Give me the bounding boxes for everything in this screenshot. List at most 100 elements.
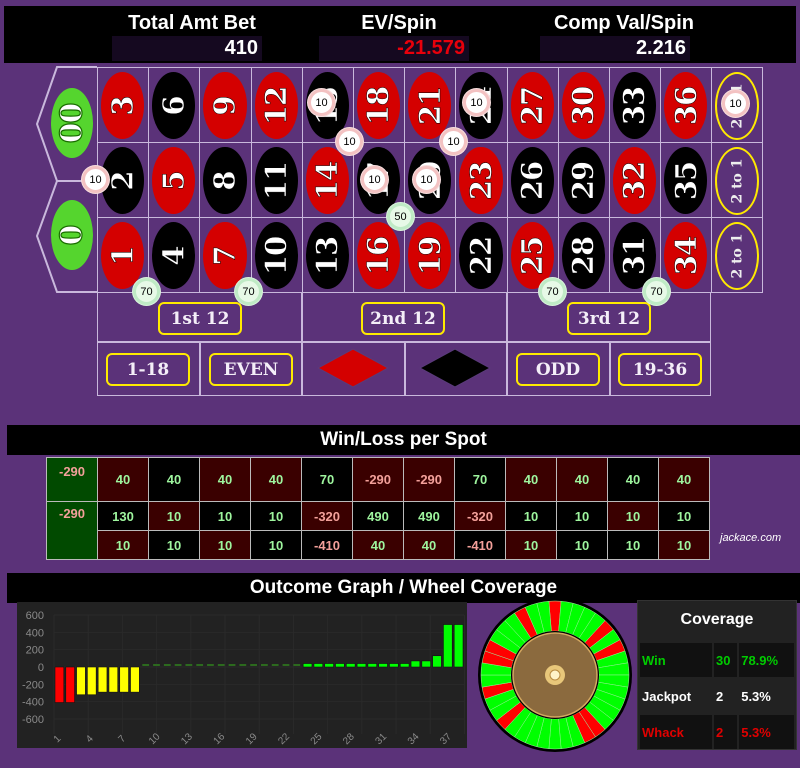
dozen-3-button[interactable]: 3rd 12 — [567, 302, 651, 335]
black-bet-diamond[interactable] — [418, 347, 492, 389]
column-bet-button[interactable]: 2 to 1 — [715, 147, 760, 215]
bet-cell-3[interactable]: 3 — [97, 67, 150, 143]
number-5[interactable]: 5 — [152, 147, 196, 214]
bet-spot-00[interactable]: 00 — [51, 88, 93, 158]
bet-chip[interactable]: 10 — [463, 89, 490, 116]
number-14[interactable]: 14 — [305, 147, 349, 214]
number-label: 36 — [668, 86, 704, 125]
even-button[interactable]: EVEN — [209, 353, 293, 386]
bet-cell-13[interactable]: 13 — [301, 217, 354, 293]
number-6[interactable]: 6 — [152, 72, 196, 139]
bet-cell-32[interactable]: 32 — [609, 142, 662, 218]
bet-cell-5[interactable]: 5 — [148, 142, 201, 218]
number-27[interactable]: 27 — [510, 72, 554, 139]
bet-spot-0[interactable]: 0 — [51, 200, 93, 270]
column-bet-button[interactable]: 2 to 1 — [715, 222, 760, 290]
number-9[interactable]: 9 — [203, 72, 247, 139]
x-tick-label: 31 — [373, 731, 389, 747]
bet-chip[interactable]: 10 — [440, 128, 467, 155]
bet-cell-23[interactable]: 23 — [455, 142, 508, 218]
number-label: 30 — [566, 86, 601, 125]
bet-cell-33[interactable]: 33 — [609, 67, 662, 143]
number-29[interactable]: 29 — [561, 147, 605, 214]
winloss-cell-35: 10 — [658, 501, 710, 531]
number-35[interactable]: 35 — [664, 147, 708, 214]
number-30[interactable]: 30 — [561, 72, 605, 139]
x-tick-label: 10 — [147, 731, 163, 747]
bet-chip[interactable]: 10 — [82, 166, 109, 193]
bet-chip[interactable]: 50 — [387, 203, 414, 230]
number-33[interactable]: 33 — [613, 72, 657, 139]
bet-chip[interactable]: 10 — [722, 90, 749, 117]
number-4[interactable]: 4 — [152, 222, 196, 289]
winloss-cell-10: 10 — [250, 530, 302, 560]
bet-cell-22[interactable]: 22 — [455, 217, 508, 293]
bet-cell-9[interactable]: 9 — [199, 67, 252, 143]
bar — [335, 663, 345, 668]
bet-cell-28[interactable]: 28 — [557, 217, 610, 293]
bet-cell-18[interactable]: 18 — [353, 67, 406, 143]
number-7[interactable]: 7 — [203, 222, 247, 289]
bet-cell-26[interactable]: 26 — [506, 142, 559, 218]
bet-cell-11[interactable]: 11 — [250, 142, 303, 218]
number-23[interactable]: 23 — [459, 147, 503, 214]
winloss-cell-9: 40 — [199, 457, 251, 502]
bet-chip[interactable]: 70 — [643, 278, 670, 305]
bet-cell-29[interactable]: 29 — [557, 142, 610, 218]
brand-link[interactable]: jackace.com — [720, 532, 781, 544]
winloss-cell-27: 40 — [505, 457, 557, 502]
number-11[interactable]: 11 — [254, 147, 298, 214]
bet-cell-30[interactable]: 30 — [557, 67, 610, 143]
number-label: 13 — [310, 236, 345, 275]
column-cell-1[interactable]: 2 to 1 — [711, 217, 764, 293]
bet-chip[interactable]: 70 — [539, 278, 566, 305]
number-12[interactable]: 12 — [254, 72, 298, 139]
dozen-1-button[interactable]: 1st 12 — [158, 302, 242, 335]
number-19[interactable]: 19 — [408, 222, 452, 289]
number-36[interactable]: 36 — [664, 72, 708, 139]
column-cell-2[interactable]: 2 to 1 — [711, 142, 764, 218]
bet-cell-34[interactable]: 34 — [660, 217, 713, 293]
bet-cell-27[interactable]: 27 — [506, 67, 559, 143]
bet-cell-19[interactable]: 19 — [404, 217, 457, 293]
low-1-18-button[interactable]: 1-18 — [106, 353, 190, 386]
number-13[interactable]: 13 — [305, 222, 349, 289]
bet-cell-12[interactable]: 12 — [250, 67, 303, 143]
number-label: 33 — [617, 86, 652, 125]
bet-cell-36[interactable]: 36 — [660, 67, 713, 143]
bet-chip[interactable]: 70 — [133, 278, 160, 305]
number-22[interactable]: 22 — [459, 222, 503, 289]
number-26[interactable]: 26 — [510, 147, 554, 214]
dozen-2-button[interactable]: 2nd 12 — [361, 302, 445, 335]
high-19-36-button[interactable]: 19-36 — [618, 353, 702, 386]
bet-cell-6[interactable]: 6 — [148, 67, 201, 143]
ev-value: -21.579 — [319, 36, 469, 61]
number-8[interactable]: 8 — [203, 147, 247, 214]
number-21[interactable]: 21 — [408, 72, 452, 139]
winloss-zero-cell: -290 — [46, 501, 98, 560]
winloss-cell-30: 40 — [556, 457, 608, 502]
number-3[interactable]: 3 — [101, 72, 145, 139]
number-10[interactable]: 10 — [254, 222, 298, 289]
number-1[interactable]: 1 — [101, 222, 145, 289]
number-32[interactable]: 32 — [613, 147, 657, 214]
bet-chip[interactable]: 10 — [336, 128, 363, 155]
red-bet-diamond[interactable] — [316, 347, 390, 389]
comp-stat: Comp Val/Spin 2.216 — [524, 6, 724, 61]
bet-chip[interactable]: 70 — [235, 278, 262, 305]
bet-cell-8[interactable]: 8 — [199, 142, 252, 218]
number-18[interactable]: 18 — [357, 72, 401, 139]
number-label: 5 — [156, 170, 192, 191]
coverage-panel: Coverage Win 30 78.9% Jackpot 2 5.3% Whack 2 5.3… — [637, 600, 797, 750]
bet-chip[interactable]: 10 — [413, 166, 440, 193]
bet-cell-35[interactable]: 35 — [660, 142, 713, 218]
number-28[interactable]: 28 — [561, 222, 605, 289]
bet-chip[interactable]: 10 — [361, 166, 388, 193]
number-label: 32 — [617, 161, 652, 200]
odd-button[interactable]: ODD — [516, 353, 600, 386]
number-34[interactable]: 34 — [664, 222, 708, 289]
number-16[interactable]: 16 — [357, 222, 401, 289]
winloss-cell-12: 40 — [250, 457, 302, 502]
bet-chip[interactable]: 10 — [308, 89, 335, 116]
x-tick-label: 19 — [244, 731, 260, 747]
